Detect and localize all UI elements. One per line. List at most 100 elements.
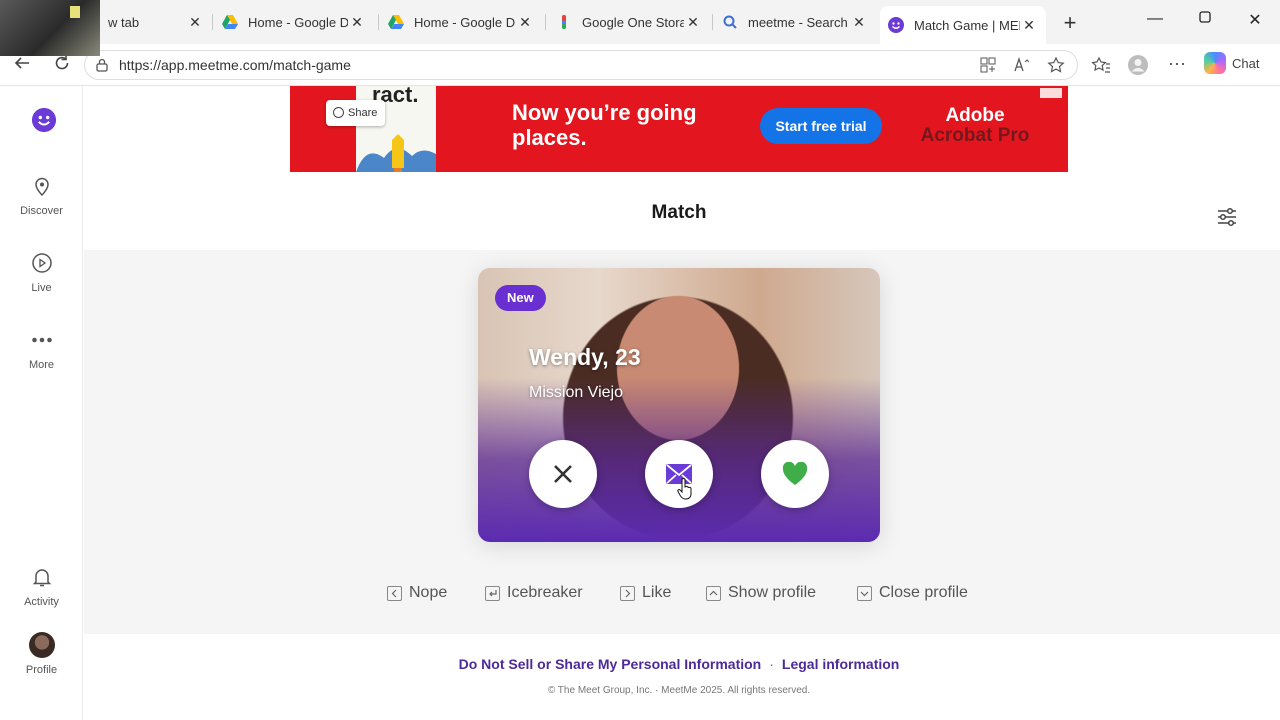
tab-title: meetme - Search [748, 14, 848, 30]
favorites-icon[interactable] [1090, 54, 1112, 76]
shortcut-label: Show profile [728, 584, 817, 601]
shortcut-show-profile: Show profile [706, 584, 816, 602]
back-arrow-icon [14, 57, 29, 69]
copilot-icon [1204, 52, 1226, 74]
browser-tab-bar: w tab ✕ Home - Google Dr ✕ Home - Google… [0, 0, 1280, 56]
sidebar-item-activity[interactable]: Activity [0, 566, 83, 608]
tab-title: Google One Storag [582, 14, 684, 30]
meetme-logo-icon[interactable] [32, 108, 56, 132]
match-stage: New Wendy, 23 Mission Viejo Nope Icebrea… [84, 250, 1280, 634]
profile-location: Mission Viejo [529, 384, 623, 401]
ad-share-label: Share [348, 107, 378, 119]
shortcut-nope: Nope [387, 584, 447, 602]
shortcut-like: Like [620, 584, 671, 602]
main-content: ract. Share Now you’re going places. Sta… [84, 86, 1280, 720]
tab-title: Match Game | MEE [914, 17, 1020, 33]
more-dots-icon [31, 337, 52, 343]
close-icon[interactable]: ✕ [516, 14, 534, 31]
browser-tab[interactable]: Home - Google Dr ✕ [380, 6, 542, 38]
tab-title: Home - Google Dr [248, 14, 348, 30]
sidebar-item-live[interactable]: Live [0, 252, 83, 294]
arrow-left-key-icon [387, 585, 402, 601]
bell-icon [32, 569, 51, 587]
ad-pencil-illustration [356, 134, 436, 172]
sidebar-item-discover[interactable]: Discover [0, 175, 83, 217]
ad-share-button[interactable]: Share [326, 100, 386, 126]
filter-sliders-icon[interactable] [1216, 206, 1238, 228]
new-tab-button[interactable]: + [1058, 10, 1082, 36]
do-not-sell-link[interactable]: Do Not Sell or Share My Personal Informa… [459, 656, 762, 672]
shortcut-label: Close profile [879, 584, 968, 601]
favorite-star-icon[interactable] [1047, 56, 1065, 74]
arrow-right-key-icon [620, 585, 635, 601]
close-icon[interactable]: ✕ [1020, 17, 1038, 34]
shortcut-label: Icebreaker [507, 584, 583, 601]
ad-brand: Adobe Acrobat Pro [920, 106, 1030, 146]
ad-brand-line2: Acrobat Pro [920, 125, 1030, 146]
browser-tab[interactable]: Home - Google Dr ✕ [214, 6, 374, 38]
meetme-app: Discover Live More Activity Profile ract… [0, 86, 1280, 720]
ad-cta-button[interactable]: Start free trial [760, 108, 882, 144]
footer: Do Not Sell or Share My Personal Informa… [84, 634, 1280, 720]
keyboard-shortcuts: Nope Icebreaker Like Show profile Close … [84, 584, 1280, 614]
ad-document-image: ract. [356, 86, 436, 172]
sidebar-item-label: Profile [25, 664, 58, 676]
match-header: Match [84, 172, 1280, 250]
sidebar: Discover Live More Activity Profile [0, 86, 83, 720]
like-button[interactable] [761, 440, 829, 508]
maximize-button[interactable] [1190, 10, 1220, 28]
lock-icon [96, 58, 108, 72]
search-icon [723, 15, 737, 29]
ad-brand-line1: Adobe [945, 105, 1005, 126]
browser-tab[interactable]: Google One Storag ✕ [548, 6, 710, 38]
close-x-icon [554, 465, 572, 483]
google-drive-icon [222, 15, 238, 29]
url-text: https://app.meetme.com/match-game [119, 57, 351, 73]
sidebar-item-more[interactable]: More [0, 329, 83, 371]
nope-button[interactable] [529, 440, 597, 508]
browser-tab[interactable]: meetme - Search ✕ [714, 6, 876, 38]
sidebar-item-profile[interactable]: Profile [0, 632, 83, 676]
profile-name: Wendy, 23 [529, 344, 641, 370]
maximize-icon [1199, 11, 1211, 23]
browser-tab-active[interactable]: Match Game | MEE ✕ [880, 6, 1046, 44]
chat-label: Chat [1232, 55, 1260, 71]
profile-avatar-icon[interactable] [1127, 54, 1149, 76]
url-field[interactable]: https://app.meetme.com/match-game [84, 50, 1078, 80]
play-icon [31, 253, 52, 273]
back-button[interactable] [10, 54, 34, 77]
ad-banner[interactable]: ract. Share Now you’re going places. Sta… [290, 86, 1068, 172]
google-one-icon [562, 15, 566, 29]
copyright-text: © The Meet Group, Inc. · MeetMe 2025. Al… [547, 685, 811, 696]
settings-more-icon[interactable]: ··· [1166, 54, 1188, 76]
close-icon[interactable]: ✕ [684, 14, 702, 31]
footer-separator: · [769, 656, 774, 672]
arrow-down-key-icon [857, 585, 872, 601]
shortcut-icebreaker: Icebreaker [485, 584, 583, 602]
sidebar-item-label: More [28, 359, 55, 371]
close-window-button[interactable]: ✕ [1240, 10, 1270, 30]
webcam-overlay [0, 0, 100, 56]
reload-icon [55, 55, 69, 70]
close-icon[interactable]: ✕ [186, 14, 204, 31]
sidebar-item-label: Activity [24, 596, 59, 608]
reload-button[interactable] [50, 54, 74, 77]
close-icon[interactable]: ✕ [850, 14, 868, 31]
minimize-button[interactable]: — [1140, 10, 1170, 28]
profile-card[interactable]: New Wendy, 23 Mission Viejo [478, 268, 880, 542]
legal-information-link[interactable]: Legal information [782, 656, 899, 672]
close-icon[interactable]: ✕ [348, 14, 366, 31]
footer-links: Do Not Sell or Share My Personal Informa… [84, 656, 1274, 672]
ad-choices-icon[interactable] [1040, 88, 1062, 98]
shortcut-close-profile: Close profile [857, 584, 968, 602]
heart-icon [782, 462, 808, 485]
copilot-chat-button[interactable]: Chat [1204, 52, 1259, 74]
new-badge: New [495, 285, 546, 311]
shortcut-label: Like [642, 584, 672, 601]
read-aloud-icon[interactable] [1013, 56, 1031, 74]
enter-key-icon [485, 585, 500, 601]
tab-title: Home - Google Dr [414, 14, 516, 30]
meetme-logo-icon [888, 17, 904, 33]
apps-icon[interactable] [979, 56, 997, 74]
avatar [28, 632, 55, 658]
